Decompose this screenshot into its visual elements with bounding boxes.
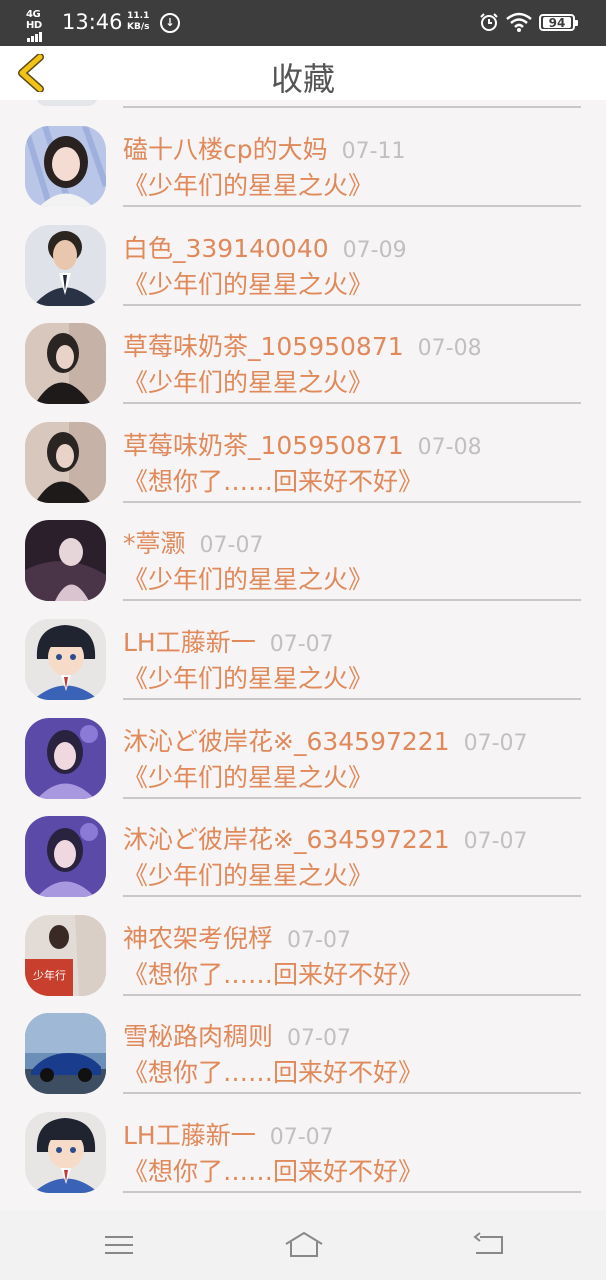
name-line: 磕十八楼cp的大妈 07-11	[123, 130, 406, 166]
name-line: 草莓味奶茶_105950871 07-08	[123, 426, 482, 462]
user-name[interactable]: 草莓味奶茶_105950871	[123, 332, 404, 361]
name-line: 白色_339140040 07-09	[123, 229, 407, 265]
name-line: *葶灏 07-07	[123, 524, 263, 560]
speed-value: 11.1	[127, 11, 150, 21]
list-item[interactable]: 少年行 神农架考倪桴 07-07 《想你了……回来好不好》	[0, 889, 606, 996]
home-icon[interactable]	[284, 1230, 324, 1260]
avatar[interactable]	[25, 520, 106, 602]
wifi-icon	[506, 12, 532, 32]
page-title: 收藏	[270, 60, 335, 98]
favorites-list: 磕十八楼cp的大妈 07-11 《少年们的星星之火》 白色_339140040 07-0…	[0, 100, 606, 1210]
back-icon[interactable]	[472, 1230, 506, 1260]
avatar-image	[25, 224, 106, 306]
work-title[interactable]: 《少年们的星星之火》	[123, 856, 373, 892]
avatar-image	[25, 717, 106, 799]
avatar-image	[25, 520, 106, 602]
header: 收藏	[0, 46, 606, 100]
list-item[interactable]: 沐沁ど彼岸花※_634597221 07-07 《少年们的星星之火》	[0, 790, 606, 898]
avatar[interactable]	[25, 1112, 106, 1193]
name-line: 草莓味奶茶_105950871 07-08	[123, 327, 482, 363]
list-item[interactable]: LH工藤新一 07-07 《少年们的星星之火》	[0, 593, 606, 700]
user-name[interactable]: 沐沁ど彼岸花※_634597221	[123, 825, 450, 854]
name-line: 雪秘路肉稠则 07-07	[123, 1017, 351, 1053]
list-item[interactable]: 雪秘路肉稠则 07-07 《想你了……回来好不好》	[0, 987, 606, 1095]
speed-unit: KB/s	[127, 22, 150, 32]
data-saver-icon: ↓	[160, 13, 180, 33]
work-title[interactable]: 《少年们的星星之火》	[123, 659, 373, 695]
clock: 13:46	[62, 10, 123, 34]
user-name[interactable]: LH工藤新一	[123, 1121, 256, 1150]
user-name[interactable]: 沐沁ど彼岸花※_634597221	[123, 727, 450, 756]
favorite-date: 07-07	[287, 927, 351, 953]
favorite-date: 07-11	[341, 139, 406, 164]
list-item[interactable]: 磕十八楼cp的大妈 07-11 《少年们的星星之火》	[0, 100, 606, 207]
work-title[interactable]: 《想你了……回来好不好》	[123, 462, 423, 498]
work-title[interactable]: 《少年们的星星之火》	[123, 758, 373, 794]
avatar[interactable]	[25, 323, 106, 405]
name-line: LH工藤新一 07-07	[123, 1116, 334, 1152]
work-title[interactable]: 《少年们的星星之火》	[123, 166, 373, 202]
avatar-image: 少年行	[25, 914, 106, 996]
avatar[interactable]	[25, 421, 106, 503]
user-name[interactable]: LH工藤新一	[123, 628, 256, 657]
name-line: LH工藤新一 07-07	[123, 623, 334, 659]
avatar[interactable]	[25, 224, 106, 306]
name-line: 神农架考倪桴 07-07	[123, 919, 351, 955]
favorite-date: 07-07	[287, 1026, 351, 1052]
favorite-date: 07-07	[269, 1125, 334, 1150]
battery-icon: 94	[539, 14, 578, 31]
work-title[interactable]: 《想你了……回来好不好》	[123, 1053, 423, 1089]
system-nav-bar	[0, 1210, 606, 1280]
favorite-date: 07-08	[417, 336, 482, 362]
favorite-date: 07-09	[342, 237, 407, 263]
favorite-date: 07-07	[199, 533, 264, 559]
network-speed: 11.1 KB/s	[127, 11, 149, 33]
status-bar: 4G HD 13:46 11.1 KB/s ↓ 94	[0, 0, 606, 46]
favorite-date: 07-07	[463, 829, 528, 855]
user-name[interactable]: 草莓味奶茶_105950871	[123, 431, 404, 460]
work-title[interactable]: 《少年们的星星之火》	[123, 560, 373, 596]
avatar-image	[25, 1112, 106, 1193]
avatar-image	[25, 1013, 106, 1095]
avatar-image	[25, 126, 106, 207]
avatar[interactable]	[25, 1013, 106, 1095]
list-item[interactable]: LH工藤新一 07-07 《想你了……回来好不好》	[0, 1086, 606, 1193]
work-title[interactable]: 《少年们的星星之火》	[123, 265, 373, 301]
avatar-image	[25, 421, 106, 503]
user-name[interactable]: 白色_339140040	[123, 234, 329, 263]
avatar[interactable]: 少年行	[25, 914, 106, 996]
avatar-image	[25, 323, 106, 405]
favorite-date: 07-07	[269, 632, 334, 657]
user-name[interactable]: 雪秘路肉稠则	[123, 1022, 273, 1051]
list-item[interactable]: 草莓味奶茶_105950871 07-08 《想你了……回来好不好》	[0, 396, 606, 503]
avatar[interactable]	[25, 717, 106, 799]
work-title[interactable]: 《想你了……回来好不好》	[123, 1152, 423, 1188]
name-line: 沐沁ど彼岸花※_634597221 07-07	[123, 722, 528, 758]
avatar[interactable]	[25, 816, 106, 898]
list-item[interactable]: *葶灏 07-07 《少年们的星星之火》	[0, 494, 606, 602]
avatar-image	[25, 619, 106, 700]
battery-level: 94	[543, 17, 571, 29]
avatar-image	[25, 816, 106, 898]
svg-text:少年行: 少年行	[33, 968, 66, 982]
menu-icon[interactable]	[102, 1230, 136, 1260]
list-item[interactable]: 白色_339140040 07-09 《少年们的星星之火》	[0, 199, 606, 306]
list-item[interactable]: 草莓味奶茶_105950871 07-08 《少年们的星星之火》	[0, 297, 606, 405]
favorite-date: 07-07	[463, 730, 528, 756]
name-line: 沐沁ど彼岸花※_634597221 07-07	[123, 820, 528, 856]
user-name[interactable]: 磕十八楼cp的大妈	[123, 135, 328, 164]
favorite-date: 07-08	[417, 434, 482, 460]
work-title[interactable]: 《想你了……回来好不好》	[123, 955, 423, 991]
work-title[interactable]: 《少年们的星星之火》	[123, 363, 373, 399]
alarm-icon	[480, 13, 498, 31]
divider	[123, 1191, 581, 1193]
user-name[interactable]: 神农架考倪桴	[123, 924, 273, 953]
cellular-signal-icon: 4G HD	[26, 9, 54, 42]
list-item[interactable]: 沐沁ど彼岸花※_634597221 07-07 《少年们的星星之火》	[0, 692, 606, 799]
user-name[interactable]: *葶灏	[123, 529, 186, 558]
avatar[interactable]	[25, 619, 106, 700]
avatar[interactable]	[25, 126, 106, 207]
